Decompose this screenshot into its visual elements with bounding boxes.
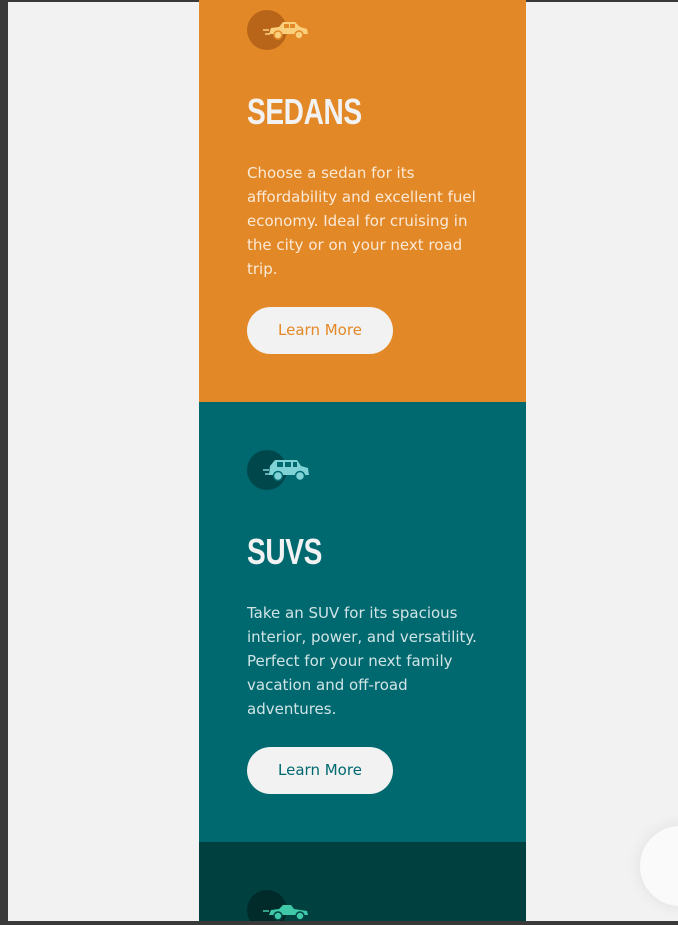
floating-action-button[interactable] bbox=[640, 826, 678, 906]
car-card-column: SEDANS Choose a sedan for its affordabil… bbox=[199, 0, 526, 921]
page-frame: SEDANS Choose a sedan for its affordabil… bbox=[0, 0, 678, 925]
luxury-car-icon bbox=[247, 890, 311, 921]
sedan-car-glyph bbox=[263, 22, 308, 40]
sedans-description: Choose a sedan for its affordability and… bbox=[247, 164, 476, 278]
suv-icon bbox=[247, 450, 311, 490]
suvs-learn-more-button[interactable]: Learn More bbox=[247, 747, 393, 794]
suvs-card: SUVS Take an SUV for its spacious interi… bbox=[199, 402, 526, 842]
suvs-description: Take an SUV for its spacious interior, p… bbox=[247, 604, 477, 718]
luxury-car-glyph bbox=[263, 905, 308, 921]
sedans-title: SEDANS bbox=[247, 91, 362, 132]
window-bottom-border bbox=[0, 921, 678, 925]
suv-car-glyph bbox=[263, 460, 309, 482]
suvs-title: SUVS bbox=[247, 531, 322, 572]
luxury-card bbox=[199, 842, 526, 921]
sedans-learn-more-button[interactable]: Learn More bbox=[247, 307, 393, 354]
window-left-border bbox=[0, 0, 8, 925]
sedan-icon bbox=[247, 10, 311, 50]
sedans-card: SEDANS Choose a sedan for its affordabil… bbox=[199, 0, 526, 402]
